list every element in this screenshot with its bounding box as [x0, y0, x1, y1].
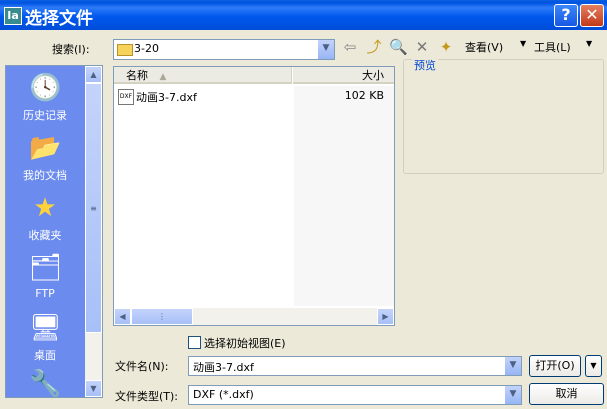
sorted-column-shade: [294, 86, 394, 306]
tools-dropdown-icon: ▼: [520, 39, 527, 48]
places-scrollbar[interactable]: ▲ ≡ ▼: [85, 66, 102, 397]
open-dropdown-icon[interactable]: ▼: [585, 355, 602, 377]
place-label: 桌面: [34, 349, 56, 362]
window-title: 选择文件: [25, 9, 93, 29]
column-header-name[interactable]: 名称 ▲: [114, 67, 292, 84]
help-button[interactable]: ?: [554, 4, 578, 27]
place-label: 收藏夹: [28, 229, 62, 242]
place-history[interactable]: 🕓 历史记录: [6, 72, 84, 123]
column-name-label: 名称: [126, 69, 148, 82]
preview-label: 预览: [412, 57, 438, 73]
search-in-label: 搜索(I):: [52, 43, 90, 56]
location-value: 3-20: [134, 42, 159, 55]
cancel-button[interactable]: 取消: [529, 383, 604, 405]
back-icon[interactable]: ⇦: [341, 38, 359, 56]
column-header-size[interactable]: 大小: [293, 67, 394, 84]
place-ftp[interactable]: 🗂 FTP: [6, 252, 84, 300]
close-button[interactable]: ✕: [580, 4, 604, 27]
desktop-icon: 🖥: [29, 313, 63, 343]
dxf-file-icon: DXF: [118, 89, 134, 105]
chevron-down-icon[interactable]: ▼: [504, 386, 521, 404]
table-row[interactable]: DXF 动画3-7.dxf 102 KB: [118, 89, 390, 105]
checkbox-box[interactable]: [188, 336, 201, 349]
filetype-label: 文件类型(T):: [115, 390, 179, 403]
place-label: 我的文档: [23, 169, 67, 182]
scroll-left-icon[interactable]: ◀: [114, 308, 131, 325]
up-folder-icon[interactable]: ⤴: [365, 38, 383, 56]
place-more[interactable]: 🔧: [6, 368, 84, 398]
place-desktop[interactable]: 🖥 桌面: [6, 312, 84, 363]
file-name: 动画3-7.dxf: [136, 91, 197, 104]
file-list[interactable]: 名称 ▲ 大小 DXF 动画3-7.dxf 102 KB ◀ ⋮ ▶: [113, 66, 395, 326]
chevron-down-icon[interactable]: ▼: [504, 357, 521, 375]
places-bar[interactable]: 🕓 历史记录 📂 我的文档 ★ 收藏夹 🗂 FTP 🖥 桌面 🔧 ▲ ≡ ▼: [5, 65, 103, 398]
title-bar[interactable]: Ia 选择文件 ? ✕: [0, 0, 607, 30]
filetype-value: DXF (*.dxf): [193, 388, 254, 401]
chevron-down-icon[interactable]: ▼: [317, 40, 334, 59]
search-web-icon[interactable]: 🔍: [389, 38, 408, 56]
filetype-select[interactable]: DXF (*.dxf) ▼: [188, 385, 522, 405]
preview-group: 预览: [403, 57, 604, 174]
checkbox-label: 选择初始视图(E): [204, 337, 286, 350]
scroll-right-icon[interactable]: ▶: [377, 308, 394, 325]
filename-value: 动画3-7.dxf: [193, 361, 254, 374]
scroll-thumb[interactable]: ≡: [85, 83, 102, 333]
location-combo[interactable]: 3-20 ▼: [113, 39, 335, 60]
more-icon: 🔧: [29, 369, 62, 398]
sort-ascending-icon: ▲: [159, 72, 167, 82]
history-icon: 🕓: [29, 73, 62, 103]
my-documents-icon: 📂: [29, 133, 62, 163]
app-icon: Ia: [4, 7, 22, 25]
scroll-up-icon[interactable]: ▲: [85, 66, 102, 83]
new-folder-icon[interactable]: ✦: [437, 38, 455, 56]
horizontal-scrollbar[interactable]: ◀ ⋮ ▶: [114, 308, 394, 325]
place-my-documents[interactable]: 📂 我的文档: [6, 132, 84, 183]
tools-menu[interactable]: 工具(L): [534, 39, 571, 55]
place-label: FTP: [35, 287, 55, 300]
filename-label: 文件名(N):: [115, 360, 169, 373]
open-button[interactable]: 打开(O): [529, 355, 581, 377]
scroll-down-icon[interactable]: ▼: [85, 380, 102, 397]
delete-icon[interactable]: ✕: [413, 38, 431, 56]
tools-chevron-icon: ▼: [586, 39, 593, 48]
place-favorites[interactable]: ★ 收藏夹: [6, 192, 84, 243]
favorites-icon: ★: [33, 193, 57, 223]
folder-icon: [117, 44, 133, 56]
file-size: 102 KB: [344, 89, 384, 102]
filename-field[interactable]: 动画3-7.dxf ▼: [188, 356, 522, 376]
hscroll-thumb[interactable]: ⋮: [131, 308, 193, 325]
view-menu[interactable]: 查看(V): [465, 39, 503, 55]
ftp-icon: 🗂: [29, 253, 63, 283]
place-label: 历史记录: [23, 109, 67, 122]
